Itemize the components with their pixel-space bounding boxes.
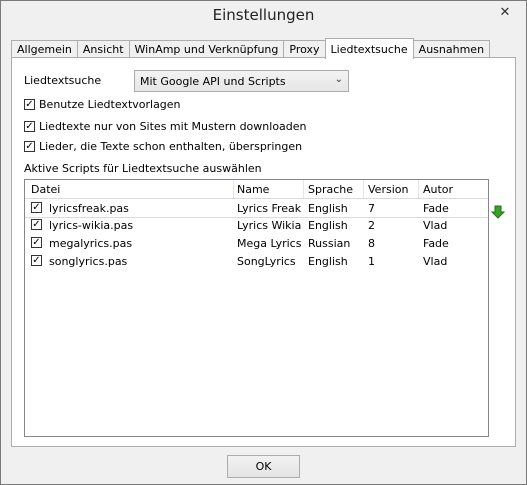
checkbox[interactable]: ✓ [24,121,35,132]
search-mode-select[interactable]: Mit Google API und Scripts ⌄ [134,70,349,92]
scripts-list[interactable]: Datei Name Sprache Version Autor ✓ lyric… [24,179,489,437]
author-cell: Fade [423,237,449,250]
table-row[interactable]: ✓ songlyrics.pas SongLyrics English 1 Vl… [25,252,488,270]
table-row[interactable]: ✓ lyrics-wikia.pas Lyrics Wikia English … [25,216,488,234]
list-header: Datei Name Sprache Version Autor [25,180,488,199]
name-cell: SongLyrics [237,255,296,268]
close-icon: ✕ [499,4,511,20]
language-cell: English [308,255,348,268]
tab-panel: Liedtextsuche Mit Google API und Scripts… [11,57,516,447]
scripts-label: Aktive Scripts für Liedtextsuche auswähl… [24,162,262,175]
author-cell: Fade [423,202,449,215]
option-pattern-sites-only[interactable]: ✓ Liedtexte nur von Sites mit Mustern do… [24,120,307,133]
name-cell: Lyrics Freak [237,202,302,215]
search-mode-label: Liedtextsuche [24,74,102,87]
ok-button[interactable]: OK [227,455,300,478]
language-cell: English [308,219,348,232]
file-cell: songlyrics.pas [49,255,128,268]
language-cell: English [308,202,348,215]
tab-bar: Allgemein Ansicht WinAmp und Verknüpfung… [11,36,491,59]
settings-window: Einstellungen ✕ Allgemein Ansicht WinAmp… [0,0,527,485]
table-row[interactable]: ✓ lyricsfreak.pas Lyrics Freak English 7… [25,198,488,218]
tab-ansicht[interactable]: Ansicht [76,40,130,58]
tab-liedtextsuche[interactable]: Liedtextsuche [324,38,414,59]
checkbox[interactable]: ✓ [31,219,42,230]
table-row[interactable]: ✓ megalyrics.pas Mega Lyrics Russian 8 F… [25,234,488,252]
name-cell: Lyrics Wikia [237,219,302,232]
search-mode-value: Mit Google API und Scripts [140,74,286,88]
language-cell: Russian [308,237,351,250]
file-cell: lyricsfreak.pas [49,202,129,215]
version-cell: 7 [368,202,375,215]
option-label: Benutze Liedtextvorlagen [39,98,181,111]
window-title: Einstellungen [212,6,315,24]
option-label: Liedtexte nur von Sites mit Mustern down… [39,120,307,133]
chevron-down-icon: ⌄ [334,74,343,85]
version-cell: 8 [368,237,375,250]
checkbox[interactable]: ✓ [24,99,35,110]
checkbox[interactable]: ✓ [31,202,42,213]
file-cell: megalyrics.pas [49,237,133,250]
tab-winamp[interactable]: WinAmp und Verknüpfung [128,40,285,58]
checkbox[interactable]: ✓ [31,255,42,266]
option-use-templates[interactable]: ✓ Benutze Liedtextvorlagen [24,98,181,111]
checkbox[interactable]: ✓ [24,141,35,152]
file-cell: lyrics-wikia.pas [49,219,134,232]
tab-allgemein[interactable]: Allgemein [11,40,78,58]
tab-ausnahmen[interactable]: Ausnahmen [412,40,491,58]
checkbox[interactable]: ✓ [31,237,42,248]
column-header-datei[interactable]: Datei [31,183,60,196]
title-bar: Einstellungen ✕ [1,1,526,31]
author-cell: Vlad [423,255,448,268]
column-header-autor[interactable]: Autor [423,183,453,196]
column-header-sprache[interactable]: Sprache [308,183,353,196]
column-header-name[interactable]: Name [237,183,269,196]
version-cell: 1 [368,255,375,268]
version-cell: 2 [368,219,375,232]
tab-proxy[interactable]: Proxy [283,40,326,58]
author-cell: Vlad [423,219,448,232]
option-skip-existing[interactable]: ✓ Lieder, die Texte schon enthalten, übe… [24,140,302,153]
option-label: Lieder, die Texte schon enthalten, übers… [39,140,303,153]
name-cell: Mega Lyrics [237,237,302,250]
green-down-arrow-icon[interactable] [490,204,506,220]
close-button[interactable]: ✕ [490,2,520,22]
column-header-version[interactable]: Version [368,183,408,196]
